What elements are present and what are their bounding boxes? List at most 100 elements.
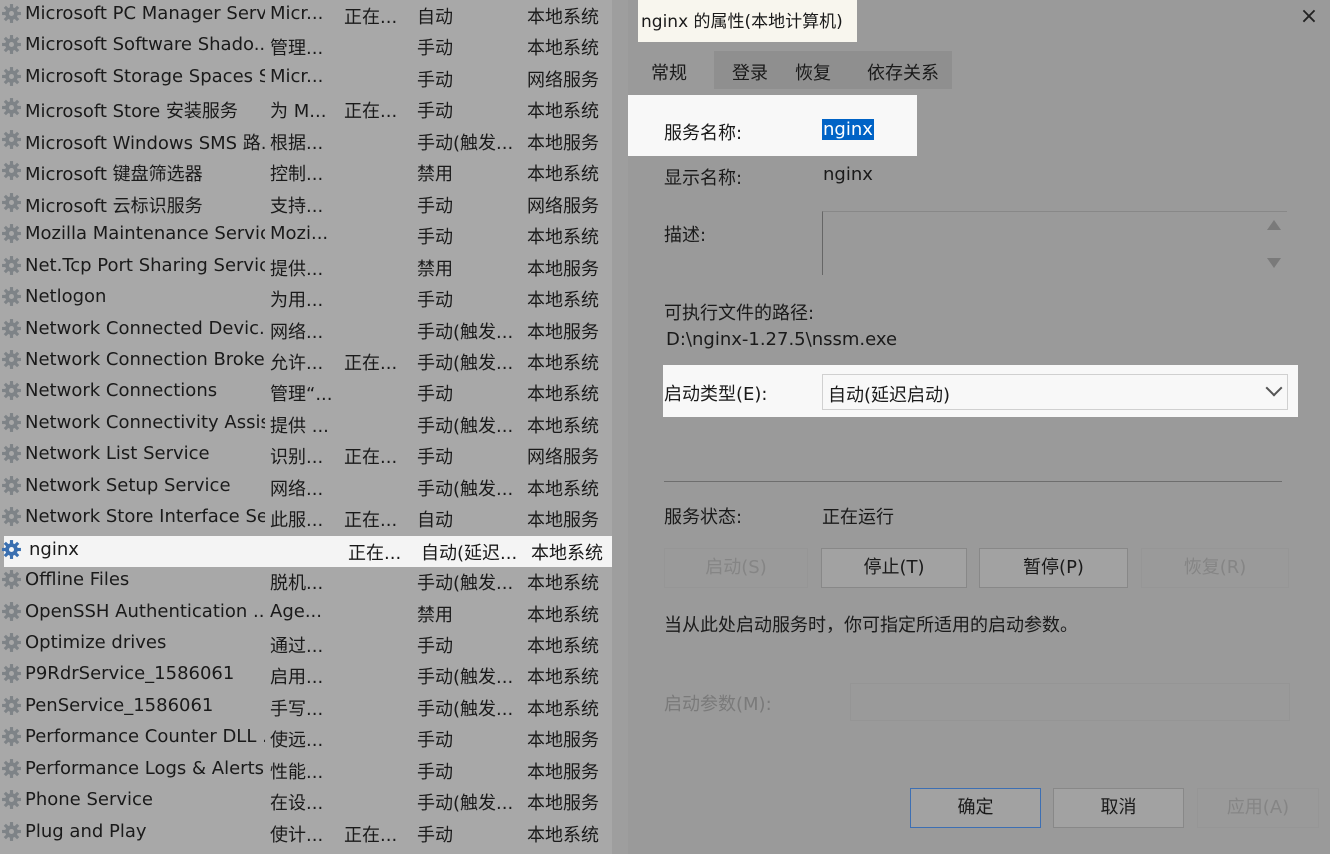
service-row[interactable]: Microsoft 键盘筛选器 控制... 禁用 本地系统 — [0, 157, 612, 188]
start-params-input[interactable] — [850, 683, 1290, 721]
tab-dependencies[interactable]: 依存关系 — [856, 51, 952, 89]
service-status: 正在... — [344, 101, 398, 123]
service-logon-as: 本地系统 — [527, 573, 599, 595]
service-status-value: 正在运行 — [822, 507, 894, 528]
gear-icon — [1, 569, 22, 590]
service-row[interactable]: Microsoft PC Manager Serv... Micr... 正在...… — [0, 0, 612, 31]
service-startup-type: 手动(触发... — [417, 667, 514, 689]
service-row[interactable]: Microsoft 云标识服务 支持... 手动 网络服务 — [0, 189, 612, 220]
service-row[interactable]: OpenSSH Authentication ... Age... 禁用 本地系统 — [0, 598, 612, 629]
service-row[interactable]: Microsoft Storage Spaces S... Micr... 手动 网络… — [0, 63, 612, 94]
service-description: Micr... — [270, 3, 324, 24]
tab-general[interactable]: 常规 — [632, 51, 714, 89]
service-startup-type: 手动 — [417, 290, 453, 312]
service-status: 正在... — [344, 510, 398, 532]
pause-button[interactable]: 暂停(P) — [979, 548, 1128, 588]
service-row[interactable]: Phone Service 在设... 手动(触发... 本地服务 — [0, 786, 612, 817]
cancel-button[interactable]: 取消 — [1053, 788, 1184, 828]
service-name: Netlogon — [25, 286, 107, 308]
service-name: Network Setup Service — [25, 474, 231, 496]
tab-logon[interactable]: 登录 — [714, 51, 790, 89]
tab-recovery-label: 恢复 — [795, 63, 831, 84]
service-description: 在设... — [270, 793, 324, 815]
service-name: Net.Tcp Port Sharing Service — [25, 254, 265, 276]
service-row[interactable]: Net.Tcp Port Sharing Service 提供... 禁用 本地服务 — [0, 252, 612, 283]
service-row[interactable]: Microsoft Windows SMS 路... 根据... 手动(触发... 本… — [0, 126, 612, 157]
gear-icon — [1, 632, 22, 653]
service-logon-as: 网络服务 — [527, 447, 599, 469]
service-row[interactable]: P9RdrService_1586061 启用... 手动(触发... 本地系统 — [0, 660, 612, 691]
service-name: Microsoft Storage Spaces S... — [25, 65, 265, 87]
description-box[interactable] — [822, 211, 1287, 275]
service-description: 为用... — [270, 290, 324, 312]
service-name: Microsoft Windows SMS 路... — [25, 132, 265, 154]
service-logon-as: 本地系统 — [527, 164, 599, 186]
service-row[interactable]: PenService_1586061 手写... 手动(触发... 本地系统 — [0, 692, 612, 723]
service-row[interactable]: Microsoft Store 安装服务 为 M... 正在... 手动 本地系统 — [0, 94, 612, 125]
service-status-label: 服务状态: — [664, 507, 743, 528]
service-name: Microsoft Software Shado... — [25, 34, 265, 56]
service-row[interactable]: Network Connected Devic... 网络... 手动(触发... 本… — [0, 315, 612, 346]
service-startup-type: 手动(触发... — [417, 321, 514, 343]
apply-button[interactable]: 应用(A) — [1197, 788, 1319, 828]
service-logon-as: 本地服务 — [527, 761, 599, 783]
service-startup-type: 手动 — [417, 730, 453, 752]
service-startup-type: 手动(触发... — [417, 573, 514, 595]
path-value: D:\nginx-1.27.5\nssm.exe — [666, 329, 898, 350]
service-description: 使计... — [270, 824, 324, 846]
service-name-value[interactable]: nginx — [822, 119, 874, 140]
service-startup-type: 手动 — [417, 38, 453, 60]
service-row[interactable]: Network Connections 管理“... 手动 本地系统 — [0, 377, 612, 408]
service-startup-type: 手动 — [417, 101, 453, 123]
service-logon-as: 本地服务 — [527, 730, 599, 752]
service-logon-as: 网络服务 — [527, 195, 599, 217]
close-icon[interactable]: × — [1296, 4, 1322, 30]
start-button[interactable]: 启动(S) — [664, 548, 808, 588]
service-row[interactable]: Netlogon 为用... 手动 本地系统 — [0, 283, 612, 314]
startup-type-select[interactable]: 自动(延迟启动) — [822, 374, 1288, 410]
service-logon-as: 本地系统 — [527, 415, 599, 437]
service-row[interactable]: Network List Service 识别... 正在... 手动 网络服务 — [0, 440, 612, 471]
services-list: Microsoft PC Manager Serv... Micr... 正在...… — [0, 0, 612, 854]
tab-general-label: 常规 — [651, 63, 687, 84]
service-row[interactable]: Network Connection Broker 允许... 正在... 手动(触发… — [0, 346, 612, 377]
service-startup-type: 手动(触发... — [417, 478, 514, 500]
service-name: Offline Files — [25, 569, 130, 591]
resume-button[interactable]: 恢复(R) — [1141, 548, 1289, 588]
dialog-title-bar: nginx 的属性(本地计算机) — [638, 0, 857, 42]
service-name: Microsoft Store 安装服务 — [25, 101, 238, 123]
service-row[interactable]: Performance Logs & Alerts 性能... 手动 本地服务 — [0, 755, 612, 786]
service-row[interactable]: nginx 正在... 自动(延迟... 本地系统 — [2, 535, 612, 567]
service-name: PenService_1586061 — [25, 694, 214, 716]
stop-button[interactable]: 停止(T) — [821, 548, 967, 588]
service-logon-as: 本地服务 — [527, 258, 599, 280]
service-logon-as: 本地系统 — [527, 101, 599, 123]
service-name: Performance Counter DLL ... — [25, 726, 265, 748]
ok-button[interactable]: 确定 — [910, 788, 1041, 828]
service-row[interactable]: Performance Counter DLL ... 使远... 手动 本地服务 — [0, 723, 612, 754]
service-description: 网络... — [270, 478, 324, 500]
service-description: 根据... — [270, 132, 324, 154]
service-row[interactable]: Plug and Play 使计... 正在... 手动 本地系统 — [0, 818, 612, 849]
service-row[interactable]: Microsoft Software Shado... 管理... 手动 本地系统 — [0, 31, 612, 62]
service-row[interactable]: Offline Files 脱机... 手动(触发... 本地系统 — [0, 566, 612, 597]
service-status: 正在... — [344, 7, 398, 28]
service-name-selected-text: nginx — [822, 119, 874, 140]
service-name: Network Store Interface Se... — [25, 506, 265, 528]
gear-icon — [1, 663, 22, 684]
service-logon-as: 本地系统 — [527, 352, 599, 374]
service-row[interactable]: Network Setup Service 网络... 手动(触发... 本地系统 — [0, 472, 612, 503]
service-status: 正在... — [348, 542, 402, 564]
service-row[interactable]: Network Store Interface Se... 此服... 正在... 自… — [0, 503, 612, 534]
scroll-up-icon[interactable] — [1267, 220, 1281, 230]
service-logon-as: 本地系统 — [527, 7, 599, 28]
service-name: Microsoft 键盘筛选器 — [25, 164, 203, 186]
tab-recovery[interactable]: 恢复 — [790, 51, 856, 89]
gear-icon — [1, 601, 22, 622]
service-row[interactable]: Network Connectivity Assis... 提供 ... 手动(触发… — [0, 409, 612, 440]
scroll-down-icon[interactable] — [1267, 258, 1281, 268]
service-logon-as: 本地系统 — [527, 667, 599, 689]
service-row[interactable]: Optimize drives 通过... 手动 本地系统 — [0, 629, 612, 660]
service-status: 正在... — [344, 824, 398, 846]
service-row[interactable]: Mozilla Maintenance Service Mozi... 手动 本地系统 — [0, 220, 612, 251]
